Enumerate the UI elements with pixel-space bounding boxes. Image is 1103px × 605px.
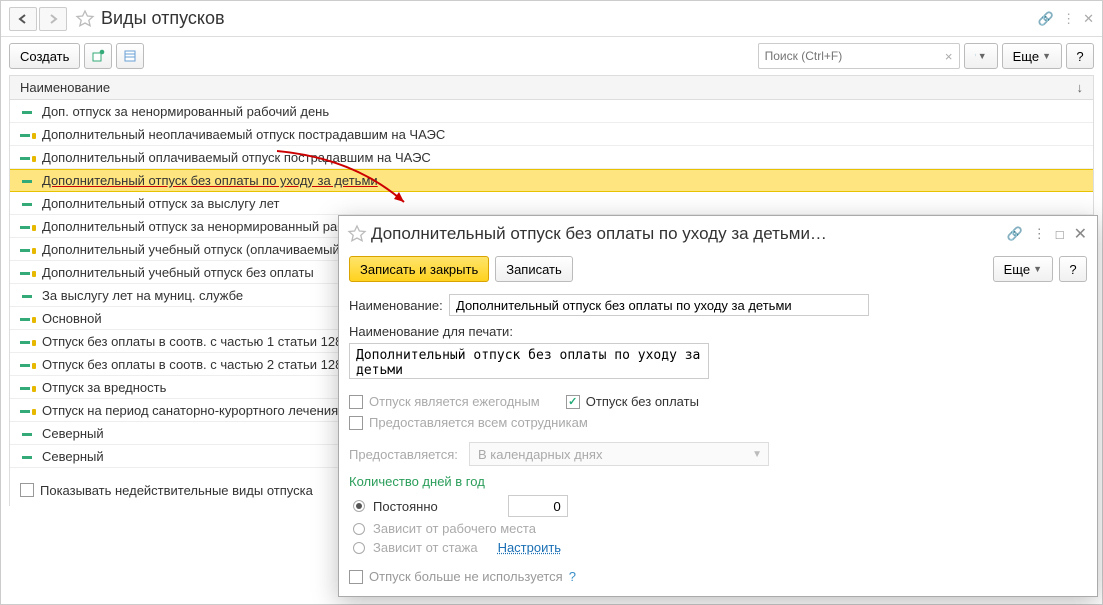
kebab-icon[interactable]: ⋮ — [1062, 11, 1075, 27]
row-text: Северный — [42, 426, 104, 441]
unpaid-label: Отпуск без оплаты — [586, 394, 699, 409]
radio-tenure-label: Зависит от стажа — [373, 540, 478, 555]
record-icon — [20, 428, 34, 438]
row-text: Отпуск без оплаты в соотв. с частью 2 ст… — [42, 357, 383, 372]
name-label: Наименование: — [349, 298, 449, 313]
list-row[interactable]: Дополнительный отпуск за выслугу лет — [10, 192, 1093, 215]
page-title: Виды отпусков — [101, 8, 225, 29]
configure-link[interactable]: Настроить — [498, 540, 562, 555]
radio-constant[interactable] — [353, 500, 365, 512]
create-button[interactable]: Создать — [9, 43, 80, 69]
record-icon — [20, 290, 34, 300]
row-text: Дополнительный учебный отпуск без оплаты — [42, 265, 314, 280]
copy-button[interactable] — [84, 43, 112, 69]
row-text: Дополнительный оплачиваемый отпуск постр… — [42, 150, 431, 165]
grant-select[interactable]: В календарных днях ▼ — [469, 442, 769, 466]
row-text: Дополнительный отпуск за выслугу лет — [42, 196, 279, 211]
not-used-help-icon[interactable]: ? — [569, 569, 576, 584]
save-and-close-button[interactable]: Записать и закрыть — [349, 256, 489, 282]
record-icon — [20, 129, 34, 139]
row-text: Дополнительный учебный отпуск (оплачивае… — [42, 242, 344, 257]
radio-constant-label: Постоянно — [373, 499, 438, 514]
days-per-year-heading: Количество дней в год — [349, 474, 1087, 489]
nav-back-button[interactable] — [9, 7, 37, 31]
search-input[interactable] — [759, 45, 939, 67]
record-icon — [20, 152, 34, 162]
chevron-down-icon: ▼ — [752, 449, 762, 460]
help-button[interactable]: ? — [1066, 43, 1094, 69]
record-icon — [20, 313, 34, 323]
row-text: Доп. отпуск за ненормированный рабочий д… — [42, 104, 329, 119]
radio-tenure[interactable] — [353, 542, 365, 554]
unpaid-checkbox[interactable] — [566, 395, 580, 409]
annual-label: Отпуск является ежегодным — [369, 394, 540, 409]
record-icon — [20, 244, 34, 254]
dialog-help-button[interactable]: ? — [1059, 256, 1087, 282]
row-text: Отпуск без оплаты в соотв. с частью 1 ст… — [42, 334, 383, 349]
dialog-star-icon[interactable] — [347, 224, 367, 244]
dialog-close-icon[interactable]: ✕ — [1074, 224, 1087, 244]
row-text: Северный — [42, 449, 104, 464]
record-icon — [20, 336, 34, 346]
record-icon — [20, 359, 34, 369]
save-button[interactable]: Записать — [495, 256, 573, 282]
list-row[interactable]: Дополнительный оплачиваемый отпуск постр… — [10, 146, 1093, 169]
radio-workplace-label: Зависит от рабочего места — [373, 521, 536, 536]
search-box[interactable]: × — [758, 43, 960, 69]
row-text: Дополнительный отпуск без оплаты по уход… — [42, 173, 378, 188]
record-icon — [20, 267, 34, 277]
show-inactive-label: Показывать недействительные виды отпуска — [40, 483, 313, 498]
row-text: За выслугу лет на муниц. службе — [42, 288, 243, 303]
list-row[interactable]: Доп. отпуск за ненормированный рабочий д… — [10, 100, 1093, 123]
row-text: Основной — [42, 311, 102, 326]
record-icon — [20, 221, 34, 231]
show-inactive-checkbox[interactable] — [20, 483, 34, 497]
all-employees-checkbox[interactable] — [349, 416, 363, 430]
close-page-icon[interactable]: ✕ — [1083, 11, 1094, 27]
list-row[interactable]: Дополнительный неоплачиваемый отпуск пос… — [10, 123, 1093, 146]
record-icon — [20, 106, 34, 116]
clear-search-icon[interactable]: × — [939, 49, 959, 64]
row-text: Отпуск за вредность — [42, 380, 166, 395]
not-used-checkbox[interactable] — [349, 570, 363, 584]
dialog-link-icon[interactable]: 🔗 — [1007, 226, 1023, 242]
print-name-textarea[interactable] — [349, 343, 709, 379]
grant-label: Предоставляется: — [349, 447, 469, 462]
dialog-more-button[interactable]: Еще▼ — [993, 256, 1053, 282]
annual-checkbox[interactable] — [349, 395, 363, 409]
favorite-star-icon[interactable] — [75, 9, 95, 29]
radio-workplace[interactable] — [353, 523, 365, 535]
record-icon — [20, 451, 34, 461]
not-used-label: Отпуск больше не используется — [369, 569, 563, 584]
nav-forward-button[interactable] — [39, 7, 67, 31]
list-row[interactable]: Дополнительный отпуск без оплаты по уход… — [10, 169, 1093, 192]
record-icon — [20, 382, 34, 392]
sort-indicator-icon: ↓ — [1077, 80, 1084, 95]
dialog-kebab-icon[interactable]: ⋮ — [1033, 226, 1046, 242]
row-text: Дополнительный неоплачиваемый отпуск пос… — [42, 127, 445, 142]
record-icon — [20, 176, 34, 186]
print-name-label: Наименование для печати: — [349, 324, 1087, 339]
search-button[interactable]: ▼ — [964, 43, 998, 69]
record-icon — [20, 405, 34, 415]
days-input[interactable] — [508, 495, 568, 517]
row-text: Отпуск на период санаторно-курортного ле… — [42, 403, 338, 418]
dialog-maximize-icon[interactable]: □ — [1056, 227, 1064, 242]
record-icon — [20, 198, 34, 208]
list-column-header[interactable]: Наименование ↓ — [9, 75, 1094, 100]
link-icon[interactable]: 🔗 — [1038, 11, 1054, 27]
all-employees-label: Предоставляется всем сотрудникам — [369, 415, 588, 430]
name-input[interactable] — [449, 294, 869, 316]
dialog-title: Дополнительный отпуск без оплаты по уход… — [371, 224, 827, 244]
more-button[interactable]: Еще▼ — [1002, 43, 1062, 69]
list-view-button[interactable] — [116, 43, 144, 69]
leave-type-dialog: Дополнительный отпуск без оплаты по уход… — [338, 215, 1098, 597]
